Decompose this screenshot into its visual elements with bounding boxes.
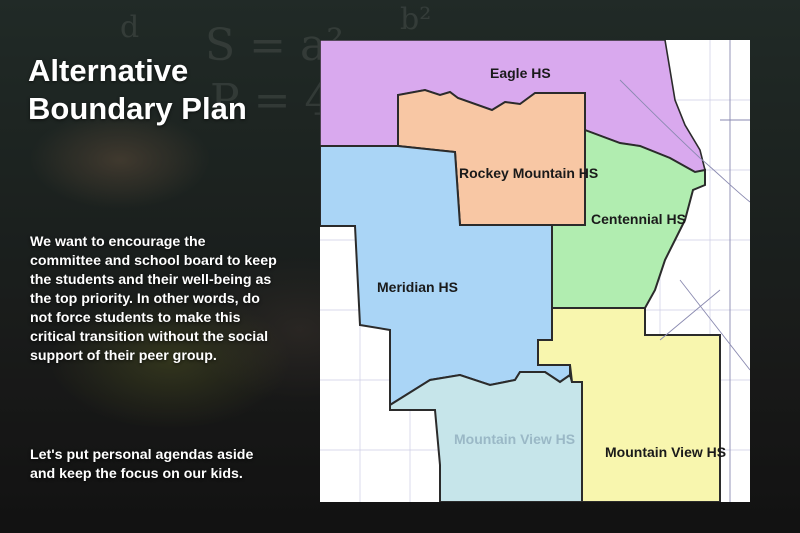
label-eagle-hs: Eagle HS: [490, 65, 551, 81]
boundary-map: Eagle HS Rockey Mountain HS Centennial H…: [320, 40, 750, 502]
label-mountain-view-hs-east: Mountain View HS: [605, 444, 726, 460]
title-line-1: Alternative: [28, 53, 189, 88]
slide-paragraph-focus: Let's put personal agendas aside and kee…: [30, 447, 254, 482]
label-meridian-hs: Meridian HS: [377, 279, 458, 295]
label-centennial-hs: Centennial HS: [591, 211, 686, 227]
boundary-map-svg: Eagle HS Rockey Mountain HS Centennial H…: [320, 40, 750, 502]
label-rockey-mountain-hs: Rockey Mountain HS: [459, 165, 598, 181]
label-mountain-view-hs-west: Mountain View HS: [454, 431, 575, 447]
slide-paragraph-priority: We want to encourage the committee and s…: [30, 234, 277, 364]
title-line-2: Boundary Plan: [28, 91, 247, 126]
slide-title: Alternative Boundary Plan: [28, 52, 247, 128]
